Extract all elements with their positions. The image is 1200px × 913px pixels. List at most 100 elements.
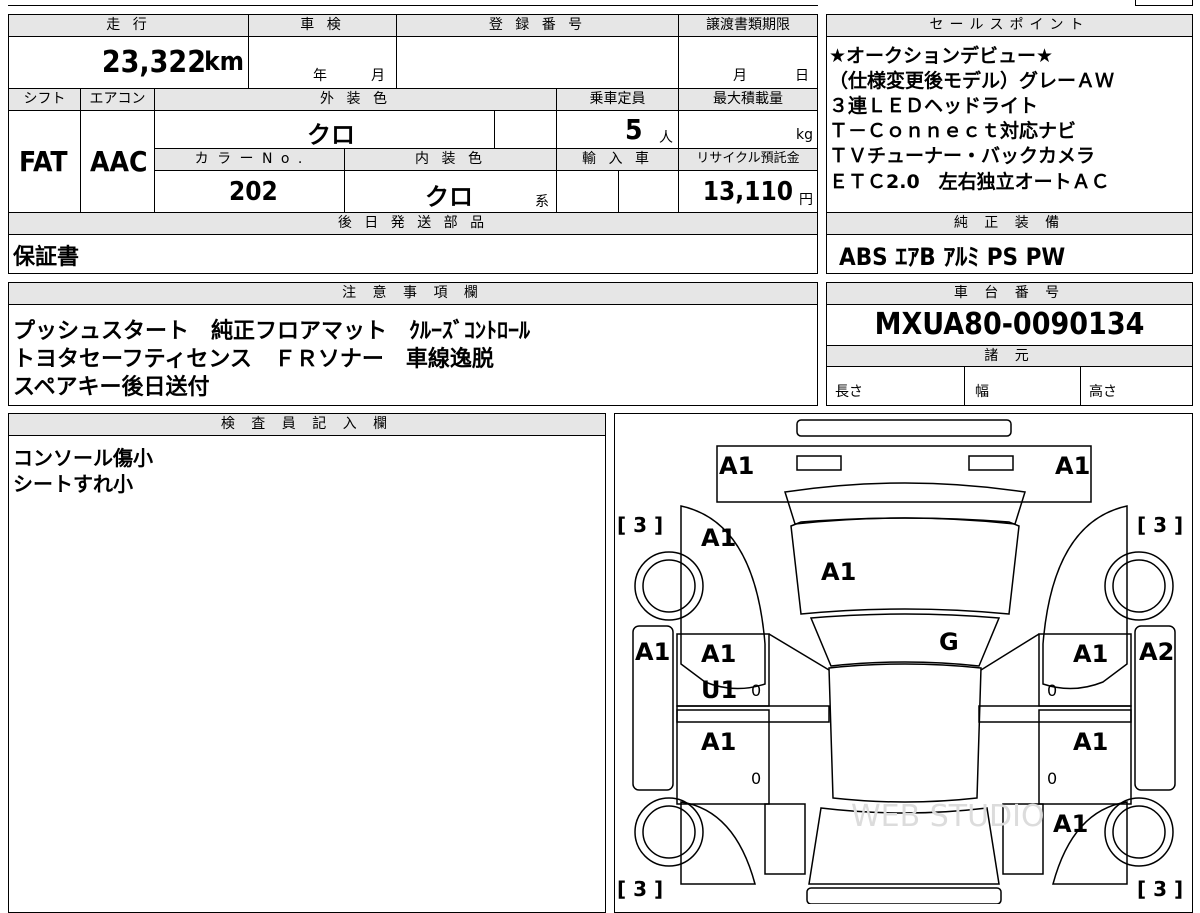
zero-mark: 0: [1047, 681, 1057, 700]
later-parts-label: 後 日 発 送 部 品: [9, 213, 817, 235]
shift-value-cell: FAT: [9, 111, 81, 213]
sales-points-box: セールスポイント ★オークションデビュー★ （仕様変更後モデル）グレーＡＷ ３連…: [826, 14, 1193, 214]
top-cropped-strip: [8, 0, 818, 6]
exterior-color-value-cell: クロ: [155, 111, 495, 149]
mark-front-door-left-2: U1: [701, 676, 737, 704]
notes-box: 注 意 事 項 欄 プッシュスタート 純正フロアマット ｸﾙｰｽﾞｺﾝﾄﾛｰﾙ …: [8, 282, 818, 406]
exterior-color-label: 外 装 色: [155, 89, 557, 111]
maxload-unit: kg: [796, 127, 813, 143]
exterior-color-extra-cell: [495, 111, 557, 149]
mark-fender-left: A1: [701, 524, 736, 552]
mileage-unit: km: [204, 47, 244, 77]
inspector-line: コンソール傷小: [13, 446, 153, 470]
spec-width-cell: 幅: [965, 367, 1081, 405]
mark-rear-fender-right: A1: [1053, 810, 1088, 838]
color-no-label: カ ラ ー N o .: [155, 149, 345, 171]
mark-rear-door-right: A1: [1073, 728, 1108, 756]
mark-roof: G: [939, 628, 959, 656]
sales-point-line: ＥＴＣ2.0 左右独立オートＡＣ: [829, 171, 1110, 193]
car-diagram: A1 A1 A1 A1 A1 G A1 U1 A1 A2 A1 A1 A1 [ …: [617, 419, 1183, 904]
mark-side-right: A2: [1139, 638, 1174, 666]
transfer-deadline-label: 譲渡書類期限: [679, 15, 817, 37]
transfer-month: 月: [733, 68, 747, 84]
interior-color-label: 内 装 色: [345, 149, 557, 171]
later-parts-value: 保証書: [13, 245, 80, 270]
sales-point-line: Ｔ－Ｃｏｎｎｅｃｔ対応ナビ: [829, 120, 1077, 142]
equipment-box: 純 正 装 備 ABS ｴｱB ｱﾙﾐ PS PW: [826, 212, 1193, 274]
transfer-day: 日: [795, 68, 809, 84]
car-diagram-box: A1 A1 A1 A1 A1 G A1 U1 A1 A2 A1 A1 A1 [ …: [614, 413, 1193, 913]
sales-points-header: セールスポイント: [827, 15, 1192, 37]
capacity-value-cell: 5 人: [557, 111, 679, 149]
notes-line: スペアキー後日送付: [13, 375, 210, 400]
mark-hood: A1: [821, 558, 856, 586]
sales-point-line: ３連ＬＥＤヘッドライト: [829, 95, 1039, 117]
mileage-label: 走 行: [9, 15, 249, 37]
chassis-box: 車 台 番 号 MXUA80-0090134 諸 元 長さ 幅 高さ: [826, 282, 1193, 406]
specs-header: 諸 元: [827, 345, 1192, 367]
ac-label: エアコン: [81, 89, 155, 111]
zero-mark: 0: [751, 769, 761, 788]
inspection-year: 年: [313, 68, 327, 84]
sales-point-line: （仕様変更後モデル）グレーＡＷ: [829, 70, 1115, 92]
registration-value-cell: [397, 37, 679, 89]
exterior-color-value: クロ: [307, 121, 355, 149]
capacity-unit: 人: [659, 130, 673, 146]
maxload-value-cell: kg: [679, 111, 817, 149]
vehicle-info-grid: 走 行 車 検 登 録 番 号 譲渡書類期限 23,322 km 年 月 月 日…: [8, 14, 818, 274]
transfer-value-cell: 月 日: [679, 37, 817, 89]
interior-color-suffix: 系: [535, 194, 549, 210]
bracket-right-bottom: [ 3 ]: [1137, 877, 1183, 901]
mark-side-left: A1: [635, 638, 670, 666]
top-cropped-strip-right: [1135, 0, 1193, 6]
notes-header: 注 意 事 項 欄: [9, 283, 817, 305]
zero-mark: 0: [751, 681, 761, 700]
recycle-fee-unit: 円: [799, 192, 813, 208]
inspection-month: 月: [371, 68, 385, 84]
color-no-value: 202: [229, 177, 278, 207]
spec-length-label: 長さ: [835, 384, 863, 400]
import-value-cell-2: [619, 171, 679, 213]
inspection-value-cell: 年 月: [249, 37, 397, 89]
mileage-value: 23,322: [101, 45, 206, 80]
color-no-value-cell: 202: [155, 171, 345, 213]
interior-color-value-cell: クロ 系: [345, 171, 557, 213]
recycle-fee-label: リサイクル預託金: [679, 149, 817, 171]
import-label: 輸 入 車: [557, 149, 679, 171]
recycle-fee-value-cell: 13,110 円: [679, 171, 817, 213]
bracket-left-top: [ 3 ]: [617, 513, 663, 537]
mark-front-right: A1: [1055, 452, 1090, 480]
spec-height-label: 高さ: [1089, 384, 1117, 400]
sales-point-line: ★オークションデビュー★: [829, 45, 1054, 67]
equipment-header: 純 正 装 備: [827, 213, 1192, 235]
inspector-line: シートすれ小: [13, 472, 133, 496]
recycle-fee-value: 13,110: [702, 177, 793, 207]
mark-front-door-left: A1: [701, 640, 736, 668]
ac-value-cell: AAC: [81, 111, 155, 213]
maxload-label: 最大積載量: [679, 89, 817, 111]
spec-width-label: 幅: [975, 384, 989, 400]
watermark: WEB STUDIO: [851, 799, 1045, 834]
ac-value: AAC: [90, 145, 148, 178]
inspector-header: 検 査 員 記 入 欄: [9, 414, 605, 436]
inspector-box: 検 査 員 記 入 欄 コンソール傷小 シートすれ小: [8, 413, 606, 913]
capacity-label: 乗車定員: [557, 89, 679, 111]
spec-length-cell: 長さ: [827, 367, 965, 405]
mark-front-door-right: A1: [1073, 640, 1108, 668]
registration-label: 登 録 番 号: [397, 15, 679, 37]
sales-point-line: ＴＶチューナー・バックカメラ: [829, 145, 1096, 167]
inspection-label: 車 検: [249, 15, 397, 37]
import-value-cell-1: [557, 171, 619, 213]
spec-height-cell: 高さ: [1081, 367, 1191, 405]
bracket-left-bottom: [ 3 ]: [617, 877, 663, 901]
interior-color-value: クロ: [425, 183, 473, 211]
bracket-right-top: [ 3 ]: [1137, 513, 1183, 537]
chassis-number: MXUA80-0090134: [874, 307, 1145, 342]
equipment-value: ABS ｴｱB ｱﾙﾐ PS PW: [839, 243, 1066, 271]
chassis-header: 車 台 番 号: [827, 283, 1192, 305]
mark-front-left: A1: [719, 452, 754, 480]
shift-value: FAT: [19, 145, 68, 178]
zero-mark: 0: [1047, 769, 1057, 788]
mark-rear-door-left: A1: [701, 728, 736, 756]
shift-label: シフト: [9, 89, 81, 111]
